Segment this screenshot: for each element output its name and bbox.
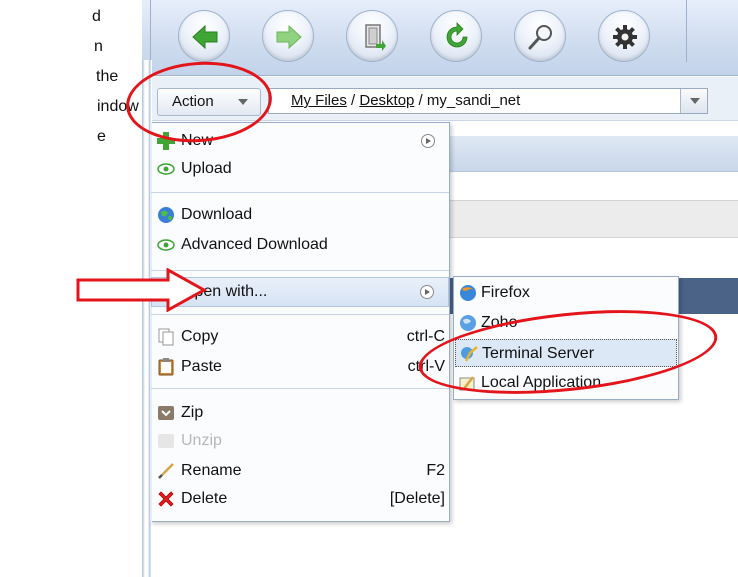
settings-button[interactable] <box>598 10 650 62</box>
breadcrumb[interactable]: My Files / Desktop / my_sandi_net <box>268 88 708 114</box>
unzip-icon <box>158 434 174 448</box>
menu-item-label: Zip <box>181 404 204 421</box>
menu-separator <box>151 388 449 389</box>
menu-item-download[interactable]: Download <box>151 202 449 228</box>
submenu-item-label: Firefox <box>481 284 530 301</box>
menu-item-upload[interactable]: Upload <box>151 156 449 182</box>
menu-item-label: Download <box>181 206 253 223</box>
upload-eye-icon <box>157 163 175 175</box>
globe-download-icon <box>158 207 174 223</box>
eye-icon <box>157 239 175 251</box>
submenu-item-firefox[interactable]: Firefox <box>455 279 677 307</box>
menu-item-unzip[interactable]: Unzip <box>151 428 449 454</box>
search-button[interactable] <box>514 10 566 62</box>
background-row <box>448 200 738 238</box>
menu-item-zip[interactable]: Zip <box>151 400 449 426</box>
submenu-arrow-icon <box>421 134 435 148</box>
forward-arrow-icon <box>276 24 302 50</box>
save-door-icon <box>365 24 386 51</box>
zip-icon <box>158 406 174 420</box>
toolbar-separator <box>150 0 151 62</box>
breadcrumb-folder-link[interactable]: Desktop <box>359 92 414 109</box>
forward-button[interactable] <box>262 10 314 62</box>
menu-item-label: Rename <box>181 462 242 479</box>
firefox-globe-icon <box>460 285 476 301</box>
menu-item-label: Upload <box>181 160 232 177</box>
breadcrumb-root-link[interactable]: My Files <box>291 92 347 109</box>
refresh-icon <box>446 22 468 48</box>
copy-icon <box>158 328 174 346</box>
menu-item-shortcut: [Delete] <box>389 490 445 507</box>
paste-icon <box>158 358 174 376</box>
menu-item-delete[interactable]: Delete [Delete] <box>151 486 449 512</box>
menu-separator <box>151 192 449 193</box>
menu-separator <box>151 314 449 315</box>
instruction-fragment: e <box>97 128 106 145</box>
menu-item-rename[interactable]: Rename F2 <box>151 458 449 484</box>
search-magnifier-icon <box>528 25 552 50</box>
menu-item-label: Unzip <box>181 432 222 449</box>
background-panel-header <box>448 136 738 172</box>
red-x-icon <box>158 491 174 507</box>
menu-item-label: Paste <box>181 358 222 375</box>
annotation-arrow-icon <box>76 268 208 312</box>
menu-item-label: Delete <box>181 490 228 507</box>
back-arrow-icon <box>192 24 218 50</box>
menu-item-advanced-download[interactable]: Advanced Download <box>151 232 449 258</box>
breadcrumb-separator: / <box>414 92 427 109</box>
instruction-fragment: n <box>94 38 103 55</box>
menu-item-shortcut: F2 <box>426 462 445 479</box>
menu-item-copy[interactable]: Copy ctrl-C <box>151 324 449 350</box>
breadcrumb-separator: / <box>346 92 360 109</box>
menu-item-label: Copy <box>181 328 219 345</box>
menu-item-paste[interactable]: Paste ctrl-V <box>151 354 449 380</box>
settings-gear-icon <box>613 25 637 49</box>
instruction-fragment: d <box>92 8 101 25</box>
zoho-globe-icon <box>460 315 476 331</box>
pencil-icon <box>158 463 174 479</box>
toolbar-separator <box>686 0 687 62</box>
path-dropdown-button[interactable] <box>680 89 707 113</box>
menu-item-label: Advanced Download <box>181 236 328 253</box>
save-button[interactable] <box>346 10 398 62</box>
breadcrumb-current: my_sandi_net <box>426 92 521 109</box>
submenu-arrow-icon <box>420 285 434 299</box>
refresh-button[interactable] <box>430 10 482 62</box>
instruction-fragment: the <box>96 68 119 85</box>
back-button[interactable] <box>178 10 230 62</box>
